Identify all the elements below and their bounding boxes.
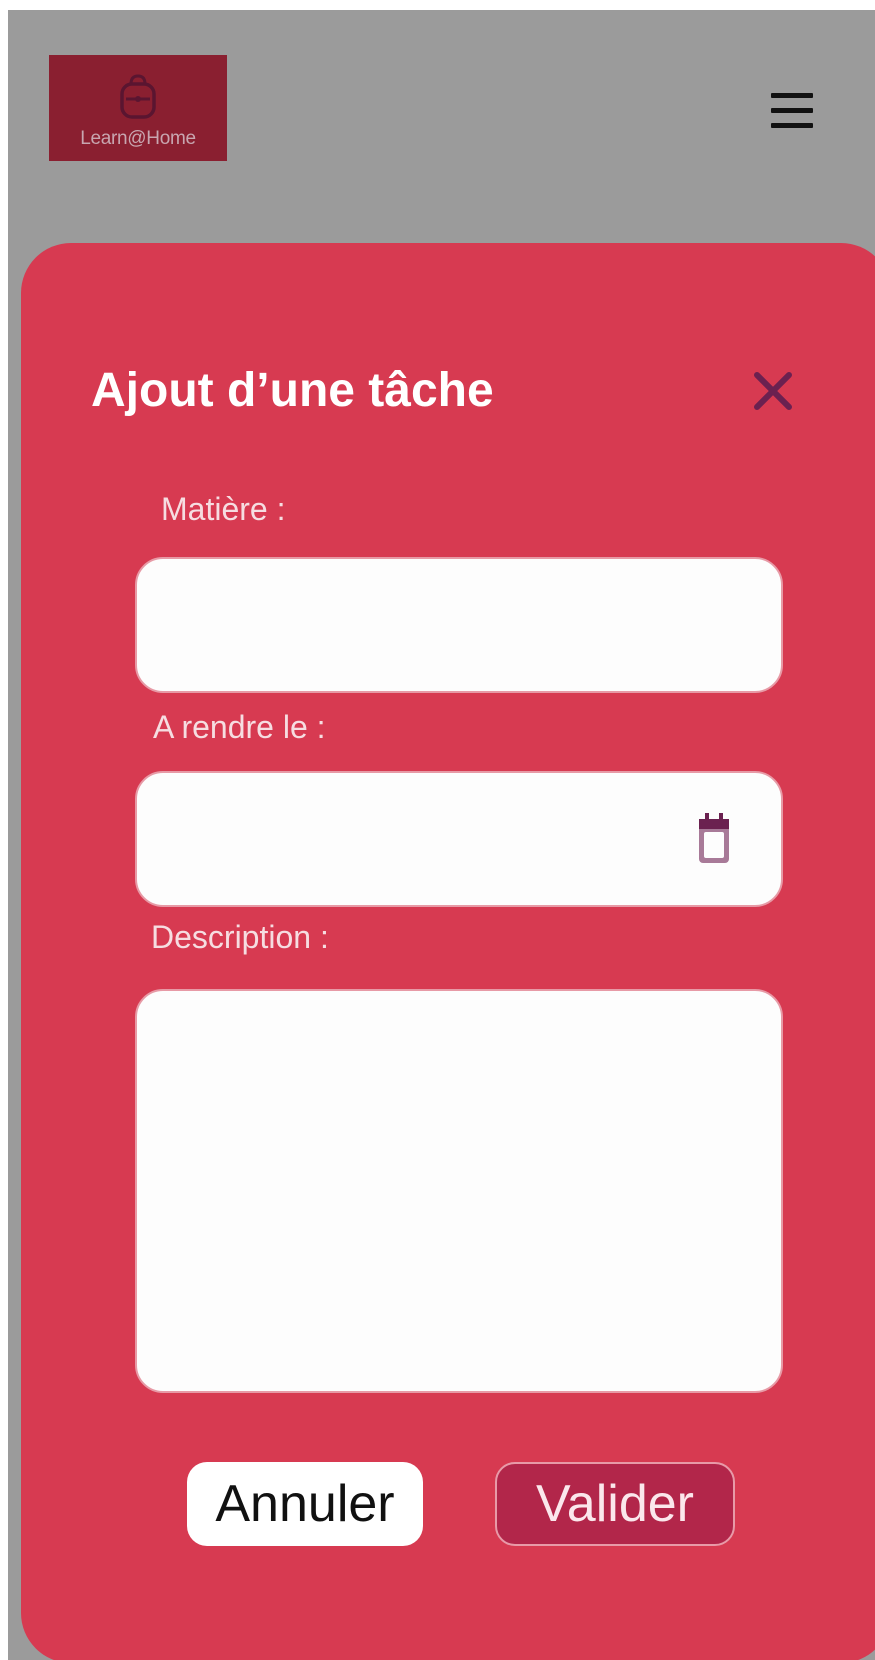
modal-title: Ajout d’une tâche [91, 364, 494, 417]
calendar-icon[interactable] [697, 813, 731, 865]
close-icon[interactable] [749, 367, 797, 415]
menu-bar [771, 93, 813, 98]
hamburger-menu-icon[interactable] [771, 93, 813, 129]
cancel-button[interactable]: Annuler [187, 1462, 423, 1546]
menu-bar [771, 123, 813, 128]
submit-button[interactable]: Valider [495, 1462, 735, 1546]
logo-text: Learn@Home [80, 128, 196, 149]
due-date-label: A rendre le : [153, 709, 326, 745]
subject-input[interactable] [135, 557, 783, 693]
subject-label: Matière : [161, 491, 286, 527]
app-screen: Learn@Home Ajout d’une tâche Matière : A… [8, 10, 875, 1660]
menu-bar [771, 108, 813, 113]
add-task-modal: Ajout d’une tâche Matière : A rendre le … [21, 243, 875, 1660]
backpack-icon [120, 74, 156, 119]
description-textarea[interactable] [135, 989, 783, 1393]
description-label: Description : [151, 919, 329, 955]
app-logo[interactable]: Learn@Home [49, 55, 227, 161]
due-date-input[interactable] [135, 771, 783, 907]
